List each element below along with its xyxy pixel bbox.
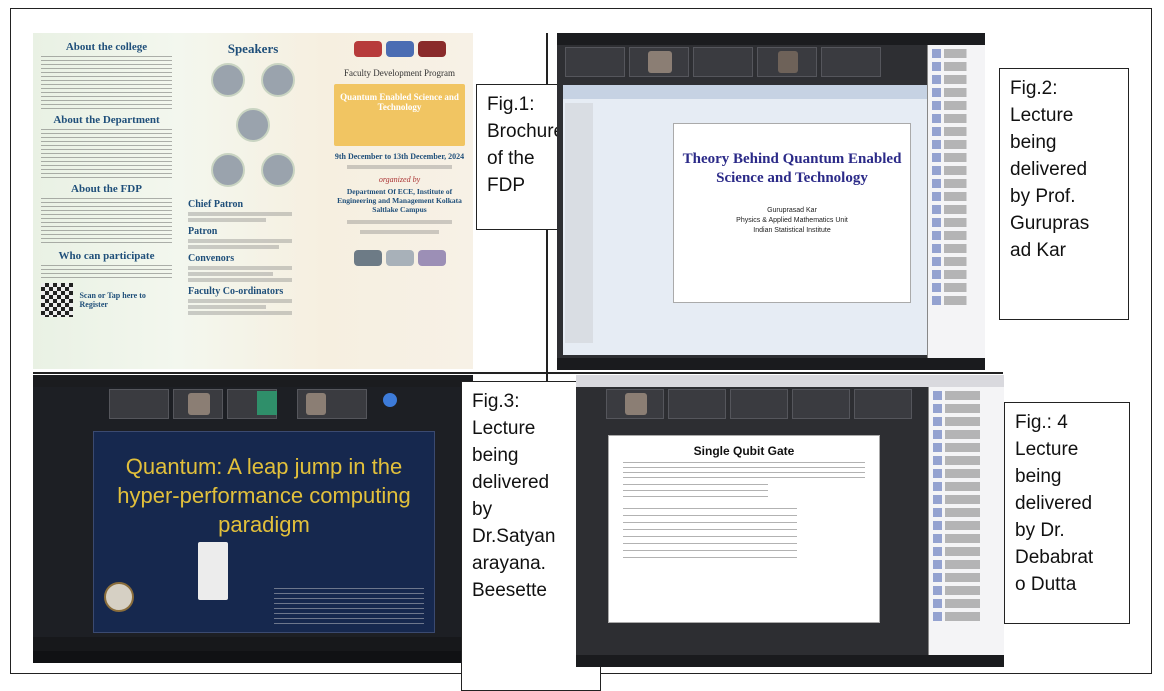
speaker-photo <box>261 63 295 97</box>
speaker-photo <box>261 153 295 187</box>
department-name: Department Of ECE, Institute of Engineer… <box>337 187 462 214</box>
presenter-institute: Indian Statistical Institute <box>753 227 831 234</box>
lecture-slide: Quantum: A leap jump in the hyper-perfor… <box>93 431 435 633</box>
presenter-name: Guruprasad Kar <box>767 207 817 214</box>
iem-logo <box>353 41 382 57</box>
organized-by-label: organized by <box>378 175 421 184</box>
slide-title: Single Qubit Gate <box>693 444 795 458</box>
fig4-caption: Fig.: 4 Lecture being delivered by Dr. D… <box>1004 402 1130 624</box>
cab-logo <box>353 250 382 266</box>
chief-patron-heading: Chief Patron <box>188 199 244 210</box>
program-label: Faculty Development Program <box>344 68 455 78</box>
qr-code-icon <box>41 283 74 317</box>
speaker-photo <box>236 108 270 142</box>
zoom-lecture-screenshot-2: Theory Behind Quantum Enabled Science an… <box>557 33 985 370</box>
fig2-caption: Fig.2: Lecture being delivered by Prof. … <box>999 68 1129 320</box>
participants-panel <box>927 45 985 358</box>
speaker-photo <box>211 153 245 187</box>
uem-logo <box>417 41 446 57</box>
we-logo <box>417 250 446 266</box>
speakers-heading: Speakers <box>227 41 279 56</box>
brochure-heading-participate: Who can participate <box>58 250 155 262</box>
lecture-slide: Theory Behind Quantum Enabled Science an… <box>673 123 911 303</box>
presenter-unit: Physics & Applied Mathematics Unit <box>736 217 848 224</box>
register-text: Scan or Tap here to Register <box>79 291 146 309</box>
partner-logo <box>385 250 414 266</box>
patron-heading: Patron <box>188 226 218 237</box>
brochure-heading-college: About the college <box>65 41 148 53</box>
lecture-slide: Single Qubit Gate <box>608 435 880 623</box>
zoom-lecture-screenshot-4: Single Qubit Gate <box>576 375 1004 667</box>
convenors-heading: Convenors <box>188 253 235 264</box>
slide-title: Quantum: A leap jump in the hyper-perfor… <box>117 454 411 537</box>
partner-logo <box>385 41 414 57</box>
coordinators-heading: Faculty Co-ordinators <box>188 286 284 297</box>
slide-title: Theory Behind Quantum Enabled Science an… <box>682 151 902 186</box>
theme-banner: Quantum Enabled Science and Technology <box>334 84 465 146</box>
brochure-heading-fdp: About the FDP <box>71 183 142 195</box>
participants-panel <box>928 387 1004 655</box>
speaker-photo <box>211 63 245 97</box>
brochure-image: About the college About the Department A… <box>33 33 473 369</box>
horizontal-divider <box>33 372 1003 374</box>
brochure-heading-department: About the Department <box>53 114 160 126</box>
zoom-lecture-screenshot-3: Quantum: A leap jump in the hyper-perfor… <box>33 375 473 663</box>
program-dates: 9th December to 13th December, 2024 <box>334 152 465 161</box>
